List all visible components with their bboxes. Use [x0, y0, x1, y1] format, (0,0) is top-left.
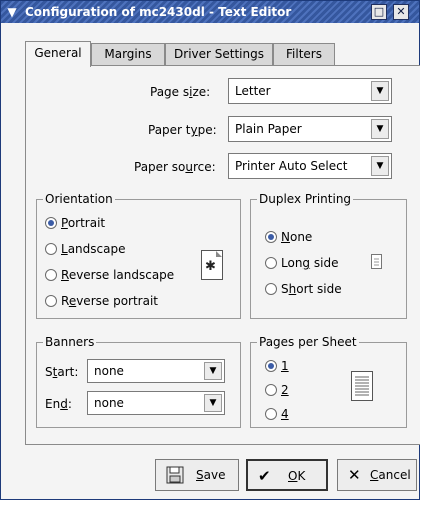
ok-button[interactable]: ✔ OK	[246, 459, 328, 491]
minimize-icon[interactable]: □	[371, 4, 387, 20]
banner-end-label: End:	[45, 397, 72, 411]
cancel-button[interactable]: ✕ Cancel	[337, 459, 417, 491]
radio-button[interactable]	[45, 295, 57, 307]
radio-button[interactable]	[265, 384, 277, 396]
page-size-value: Letter	[235, 84, 271, 98]
orientation-group: Orientation Portrait Landscape Reverse l…	[36, 192, 241, 319]
window-title: Configuration of mc2430dl - Text Editor	[25, 5, 292, 19]
pages-per-sheet-title: Pages per Sheet	[257, 335, 359, 349]
radio-button[interactable]	[265, 283, 277, 295]
banners-group: Banners Start: none ▼ End: none ▼	[36, 335, 241, 428]
duplex-title: Duplex Printing	[257, 192, 354, 206]
chevron-down-icon[interactable]: ▼	[371, 81, 389, 101]
paper-source-value: Printer Auto Select	[235, 159, 348, 173]
tab-filters[interactable]: Filters	[273, 43, 335, 66]
banner-end-select[interactable]: none ▼	[87, 391, 225, 415]
chevron-down-icon[interactable]: ▼	[371, 119, 389, 139]
desktop-background	[420, 0, 432, 513]
page-lines-icon	[351, 371, 373, 401]
desktop-background-bottom	[0, 500, 432, 513]
close-icon[interactable]: ✕	[393, 4, 409, 20]
paper-type-select[interactable]: Plain Paper ▼	[228, 116, 392, 142]
radio-button[interactable]	[45, 269, 57, 281]
chevron-down-icon[interactable]: ▼	[204, 394, 222, 412]
banners-title: Banners	[43, 335, 97, 349]
page-size-select[interactable]: Letter ▼	[228, 78, 392, 104]
tab-driver-settings[interactable]: Driver Settings	[165, 43, 273, 66]
duplex-group: Duplex Printing None Long side Short sid…	[250, 192, 407, 319]
x-cancel-icon: ✕	[348, 466, 361, 484]
checkmark-icon: ✔	[258, 467, 271, 485]
radio-button[interactable]	[45, 217, 57, 229]
radio-button[interactable]	[265, 231, 277, 243]
chevron-down-icon[interactable]: ▼	[371, 156, 389, 176]
pages-per-sheet-group: Pages per Sheet 1 2 4	[250, 335, 407, 428]
general-panel: Page size: Letter ▼ Paper type: Plain Pa…	[25, 65, 425, 445]
orientation-title: Orientation	[43, 192, 115, 206]
banner-start-label: Start:	[45, 365, 79, 379]
tab-margins[interactable]: Margins	[91, 43, 165, 66]
tab-general[interactable]: General	[25, 41, 91, 67]
paper-source-select[interactable]: Printer Auto Select ▼	[228, 153, 392, 179]
radio-button[interactable]	[265, 408, 277, 420]
paper-type-label: Paper type:	[148, 123, 217, 137]
paper-source-label: Paper source:	[134, 160, 216, 174]
radio-button[interactable]	[45, 243, 57, 255]
banner-start-select[interactable]: none ▼	[87, 359, 225, 383]
radio-button[interactable]	[265, 257, 277, 269]
page-rotate-icon: ✱	[201, 250, 223, 280]
banner-start-value: none	[94, 364, 124, 378]
save-button[interactable]: Save	[155, 459, 239, 491]
banner-end-value: none	[94, 396, 124, 410]
radio-button[interactable]	[265, 360, 277, 372]
floppy-disk-icon	[166, 466, 184, 488]
single-page-icon	[371, 254, 382, 269]
page-size-label: Page size:	[150, 85, 211, 99]
config-dialog: ▼ Configuration of mc2430dl - Text Edito…	[0, 0, 425, 500]
chevron-down-icon[interactable]: ▼	[4, 4, 20, 20]
chevron-down-icon[interactable]: ▼	[204, 362, 222, 380]
title-bar[interactable]: ▼ Configuration of mc2430dl - Text Edito…	[1, 1, 419, 23]
svg-text:✱: ✱	[205, 259, 216, 274]
paper-type-value: Plain Paper	[235, 122, 302, 136]
